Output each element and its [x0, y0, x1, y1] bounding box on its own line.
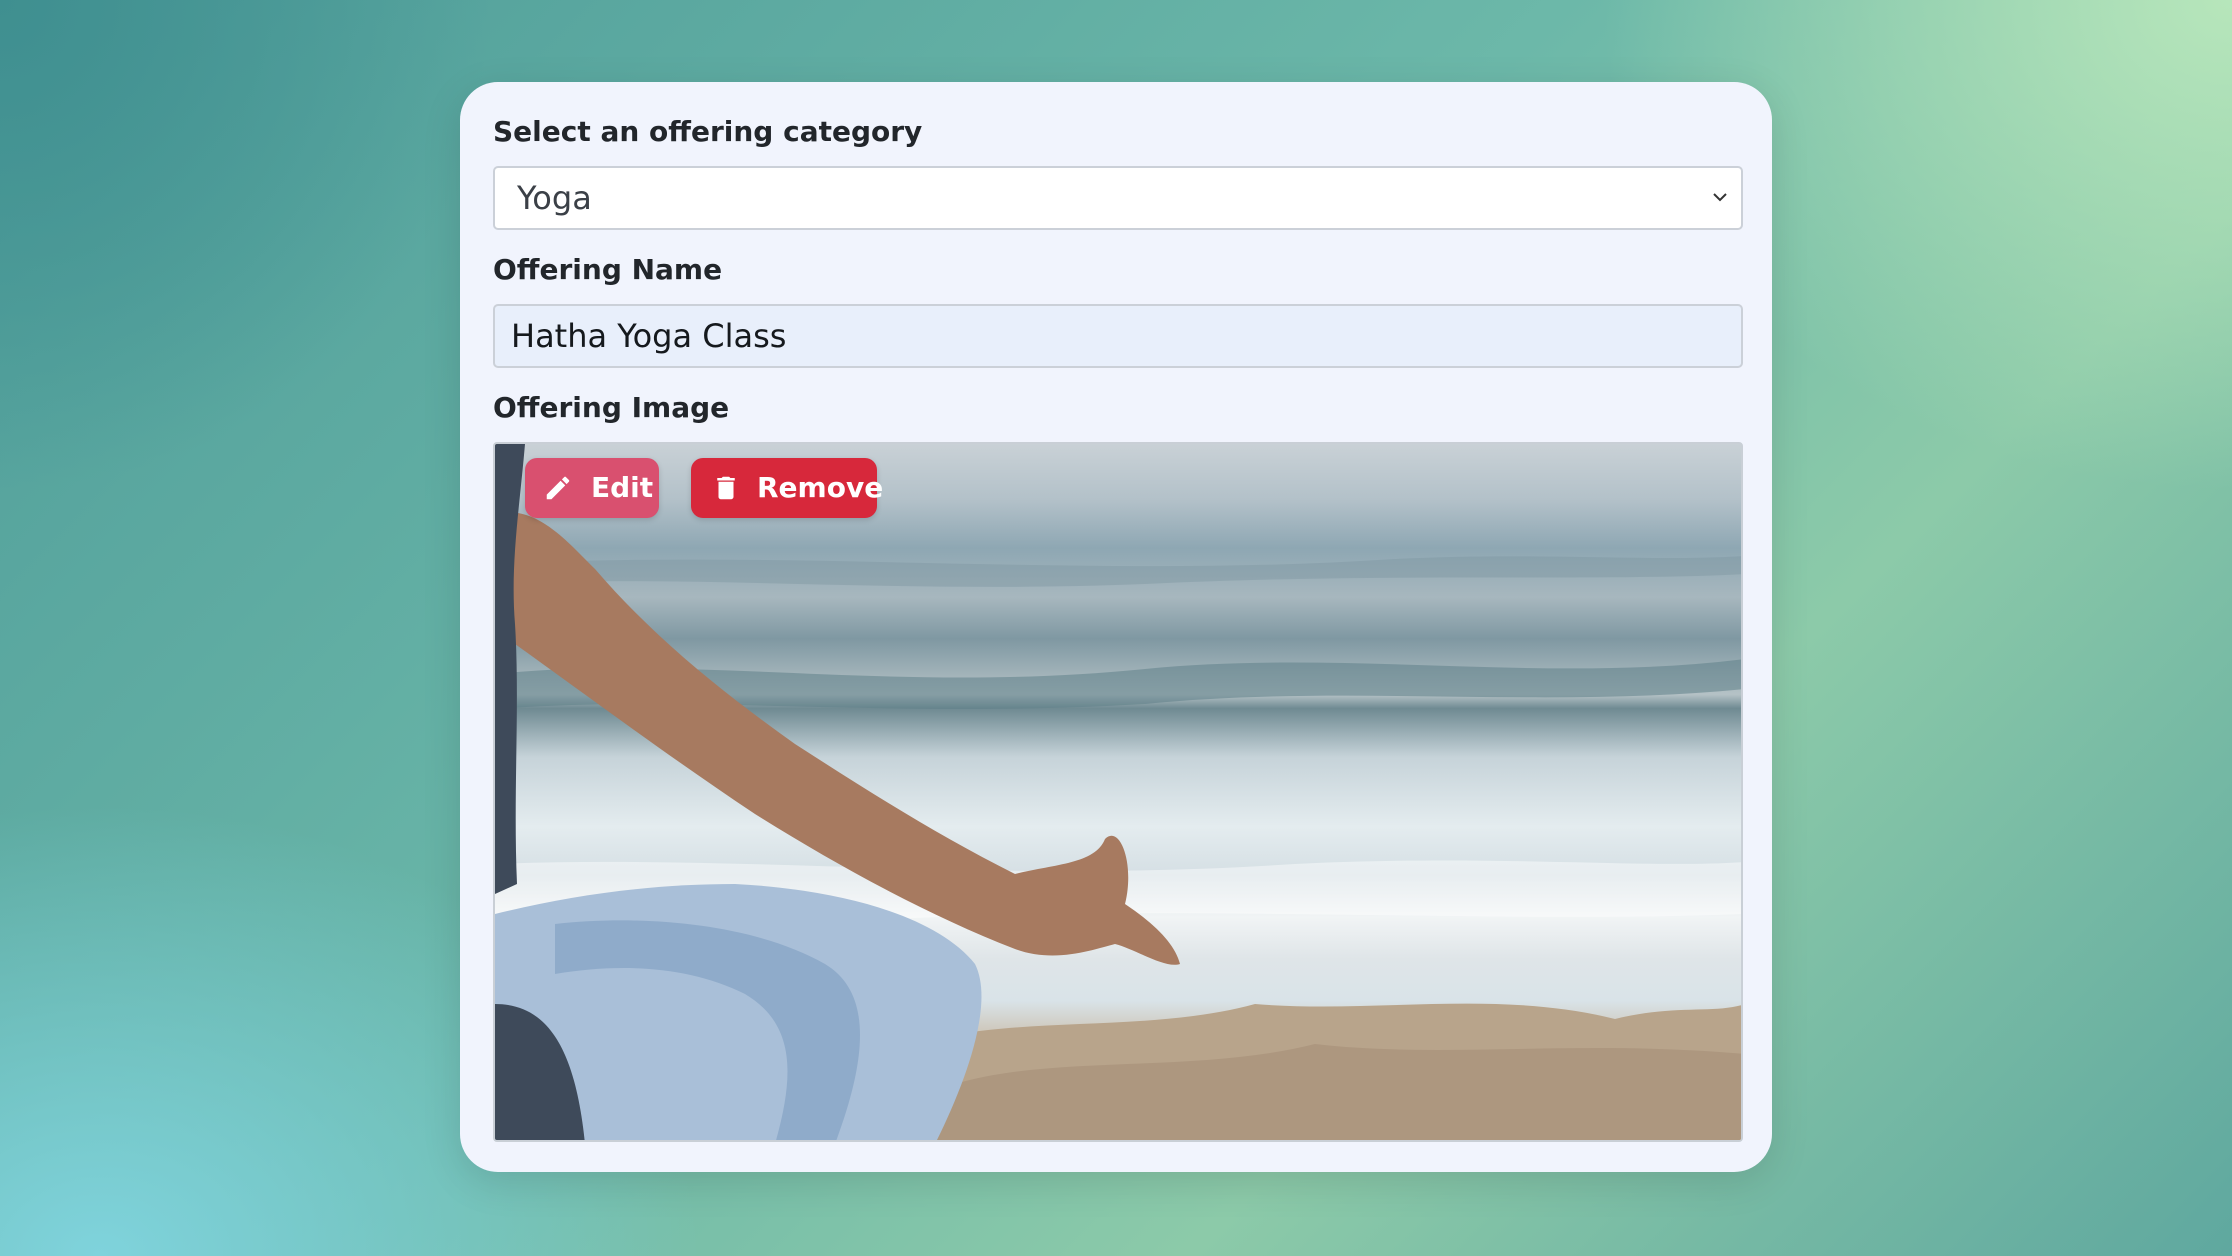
- pencil-icon: [546, 476, 570, 500]
- remove-button-label: Remove: [757, 471, 884, 504]
- edit-button[interactable]: Edit: [525, 458, 659, 518]
- offering-image: Edit Remove: [493, 442, 1743, 1142]
- category-select-value: Yoga: [517, 179, 592, 217]
- offering-name-label: Offering Name: [493, 253, 723, 286]
- yoga-beach-photo: [495, 444, 1741, 1140]
- trash-icon: [717, 476, 735, 500]
- offering-name-input[interactable]: Hatha Yoga Class: [493, 304, 1743, 368]
- chevron-down-icon: [1713, 193, 1727, 202]
- edit-button-label: Edit: [591, 471, 654, 504]
- category-select[interactable]: Yoga: [493, 166, 1743, 230]
- remove-button[interactable]: Remove: [691, 458, 883, 518]
- offering-image-label: Offering Image: [493, 391, 730, 424]
- offering-form-card: Select an offering category Yoga Offerin…: [460, 82, 1772, 1172]
- category-label: Select an offering category: [493, 115, 923, 148]
